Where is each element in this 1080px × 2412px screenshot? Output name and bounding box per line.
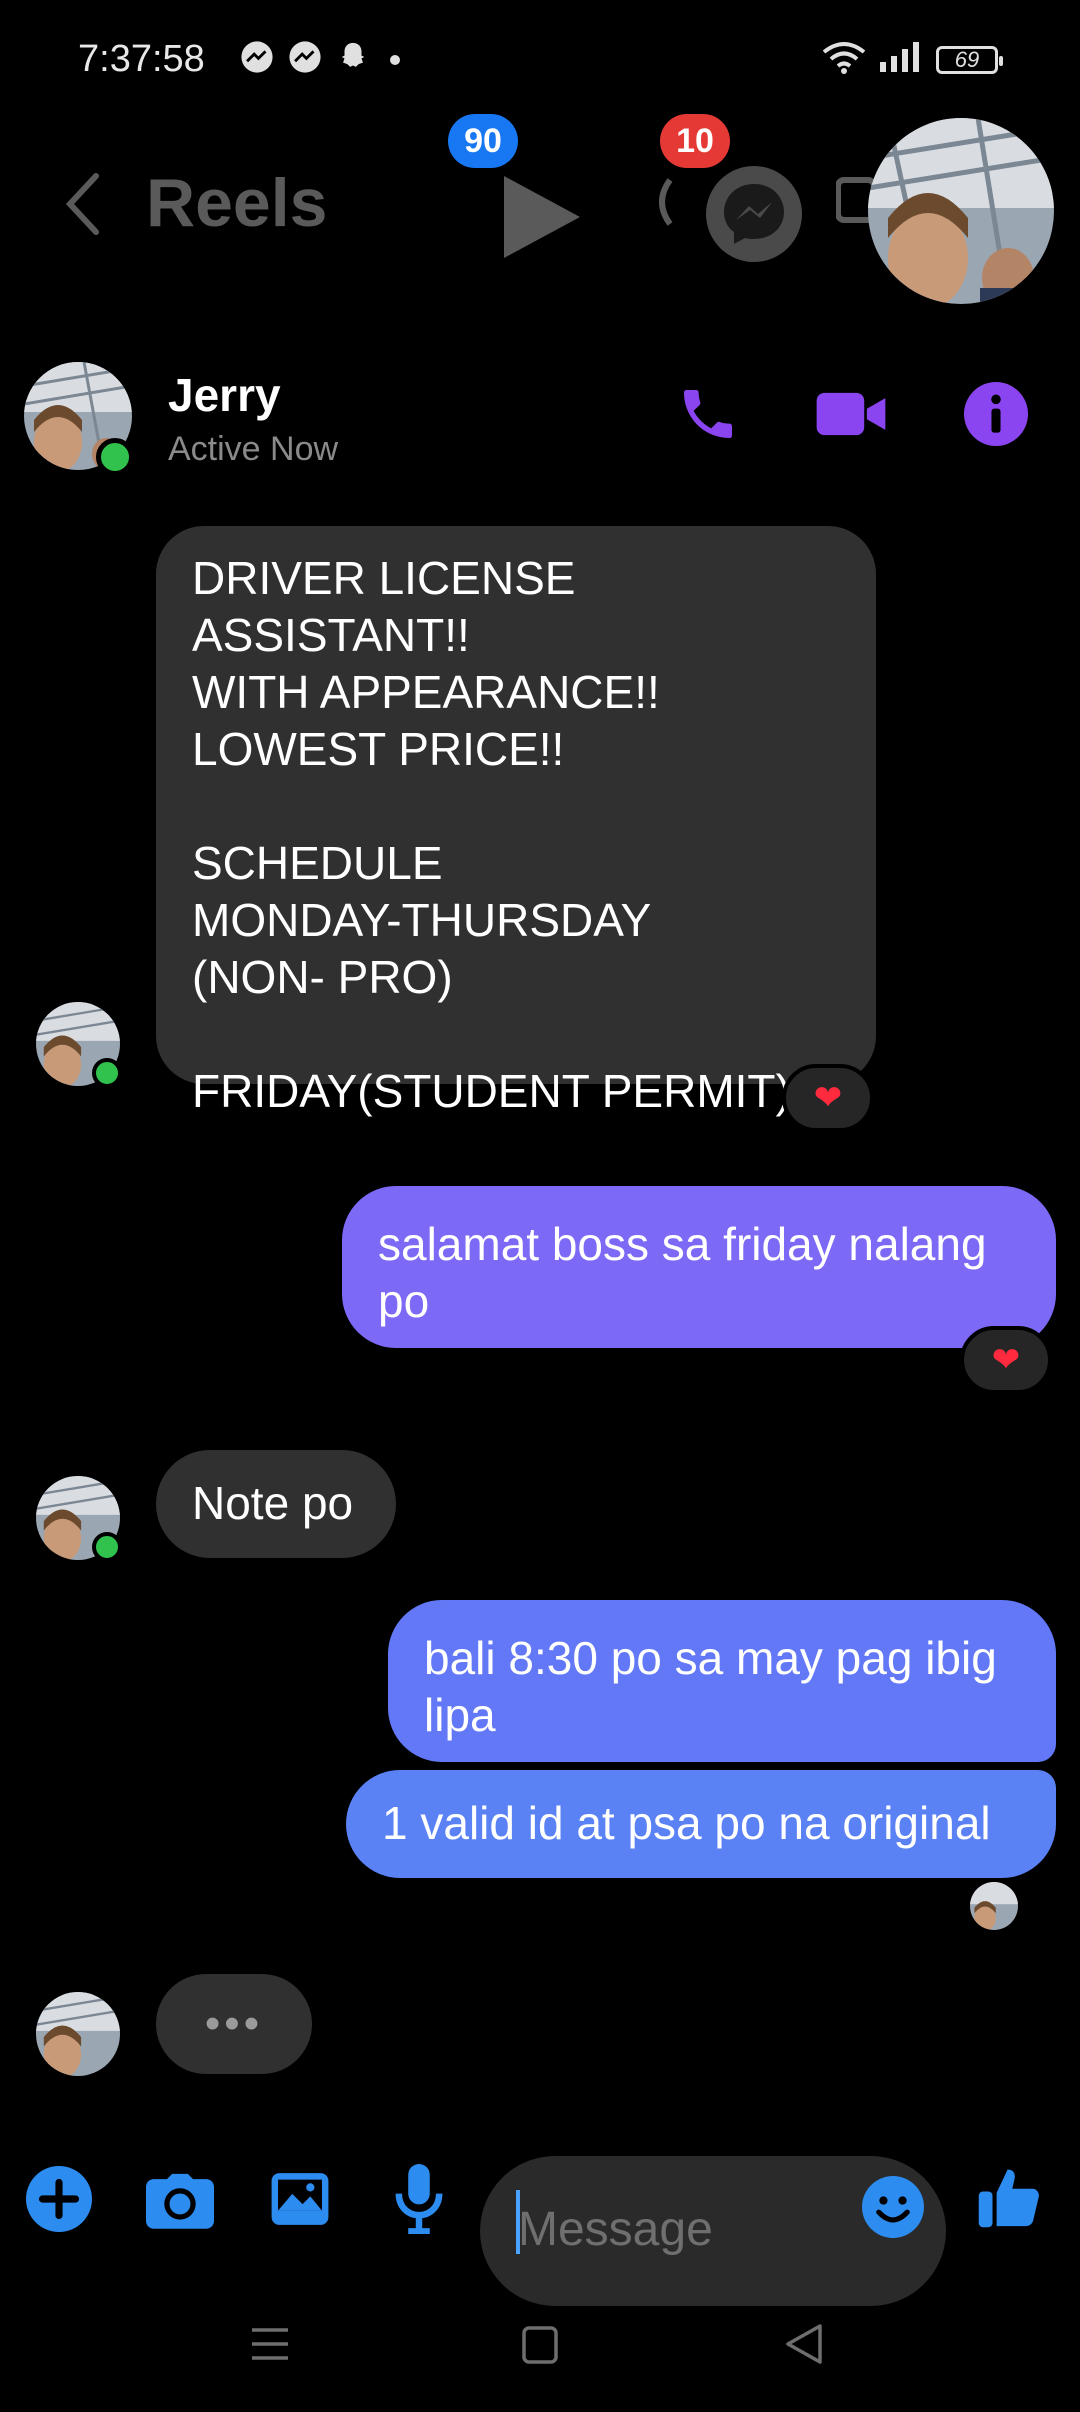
play-icon[interactable] bbox=[500, 172, 584, 267]
message-line bbox=[192, 778, 840, 835]
message-bubble-incoming[interactable]: DRIVER LICENSE ASSISTANT!! WITH APPEARAN… bbox=[156, 526, 876, 1117]
wifi-icon bbox=[822, 40, 866, 79]
messenger-notification-icon bbox=[240, 40, 274, 79]
back-icon[interactable] bbox=[784, 2324, 824, 2369]
message-placeholder: Message bbox=[518, 2203, 713, 2256]
message-line: po bbox=[378, 1275, 430, 1327]
contact-name[interactable]: Jerry bbox=[168, 368, 281, 422]
snapchat-notification-icon bbox=[336, 40, 370, 79]
system-status: 69 bbox=[822, 40, 1003, 79]
message-line: bali 8:30 po sa may pag ibig bbox=[424, 1632, 997, 1684]
contact-status: Active Now bbox=[168, 430, 339, 468]
message-bubble-outgoing[interactable]: salamat boss sa friday nalang po bbox=[342, 1186, 1056, 1348]
video-call-icon[interactable] bbox=[814, 382, 888, 451]
message-line: DRIVER LICENSE ASSISTANT!! bbox=[192, 552, 576, 661]
message-line: 1 valid id at psa po na original bbox=[382, 1797, 991, 1849]
home-icon[interactable] bbox=[522, 2326, 558, 2369]
heart-reaction[interactable]: ❤ bbox=[782, 1064, 874, 1132]
heart-reaction[interactable]: ❤ bbox=[960, 1326, 1052, 1394]
seen-receipt-avatar bbox=[970, 1882, 1018, 1930]
messenger-chat-head-icon[interactable] bbox=[706, 166, 802, 267]
message-line: LOWEST PRICE!! bbox=[192, 723, 565, 775]
online-indicator bbox=[92, 1058, 122, 1088]
message-line: MONDAY-THURSDAY bbox=[192, 894, 652, 946]
message-line: FRIDAY(STUDENT PERMIT) bbox=[192, 1065, 791, 1117]
signal-icon bbox=[878, 40, 924, 79]
message-line: salamat boss sa friday nalang bbox=[378, 1218, 987, 1270]
like-icon[interactable] bbox=[976, 2164, 1042, 2235]
message-bubble-outgoing[interactable]: 1 valid id at psa po na original bbox=[346, 1770, 1056, 1878]
status-time: 7:37:58 bbox=[78, 38, 205, 80]
battery-icon: 69 bbox=[936, 45, 1003, 74]
recent-apps-icon[interactable] bbox=[250, 2324, 290, 2369]
message-line bbox=[192, 1006, 840, 1063]
add-icon[interactable] bbox=[26, 2166, 92, 2237]
notification-icons bbox=[240, 40, 400, 79]
message-line: SCHEDULE bbox=[192, 837, 443, 889]
info-icon[interactable] bbox=[964, 382, 1028, 451]
battery-level: 69 bbox=[954, 46, 980, 72]
message-bubble-outgoing[interactable]: bali 8:30 po sa may pag ibig lipa bbox=[388, 1600, 1056, 1762]
phone-call-icon[interactable] bbox=[676, 382, 740, 451]
typing-indicator: ••• bbox=[156, 1974, 312, 2074]
emoji-icon[interactable] bbox=[862, 2176, 924, 2243]
more-notifications-dot-icon bbox=[390, 54, 400, 65]
microphone-icon[interactable] bbox=[394, 2164, 444, 2239]
sender-avatar[interactable] bbox=[36, 1992, 120, 2076]
message-line: Note po bbox=[192, 1477, 354, 1529]
online-indicator bbox=[92, 1532, 122, 1562]
message-bubble-incoming[interactable]: Note po bbox=[156, 1450, 396, 1558]
camera-partial-icon bbox=[650, 172, 680, 237]
messenger-notification-icon bbox=[288, 40, 322, 79]
reels-title: Reels bbox=[146, 165, 328, 241]
online-indicator bbox=[96, 438, 134, 476]
back-arrow-icon[interactable] bbox=[62, 172, 102, 241]
message-line: WITH APPEARANCE!! bbox=[192, 666, 660, 718]
message-line: lipa bbox=[424, 1689, 496, 1741]
gallery-icon[interactable] bbox=[268, 2168, 332, 2235]
message-line: (NON- PRO) bbox=[192, 951, 453, 1003]
chat-head-avatar[interactable] bbox=[868, 118, 1054, 304]
camera-icon[interactable] bbox=[146, 2170, 214, 2235]
messenger-badge: 10 bbox=[660, 114, 730, 168]
video-badge: 90 bbox=[448, 114, 518, 168]
